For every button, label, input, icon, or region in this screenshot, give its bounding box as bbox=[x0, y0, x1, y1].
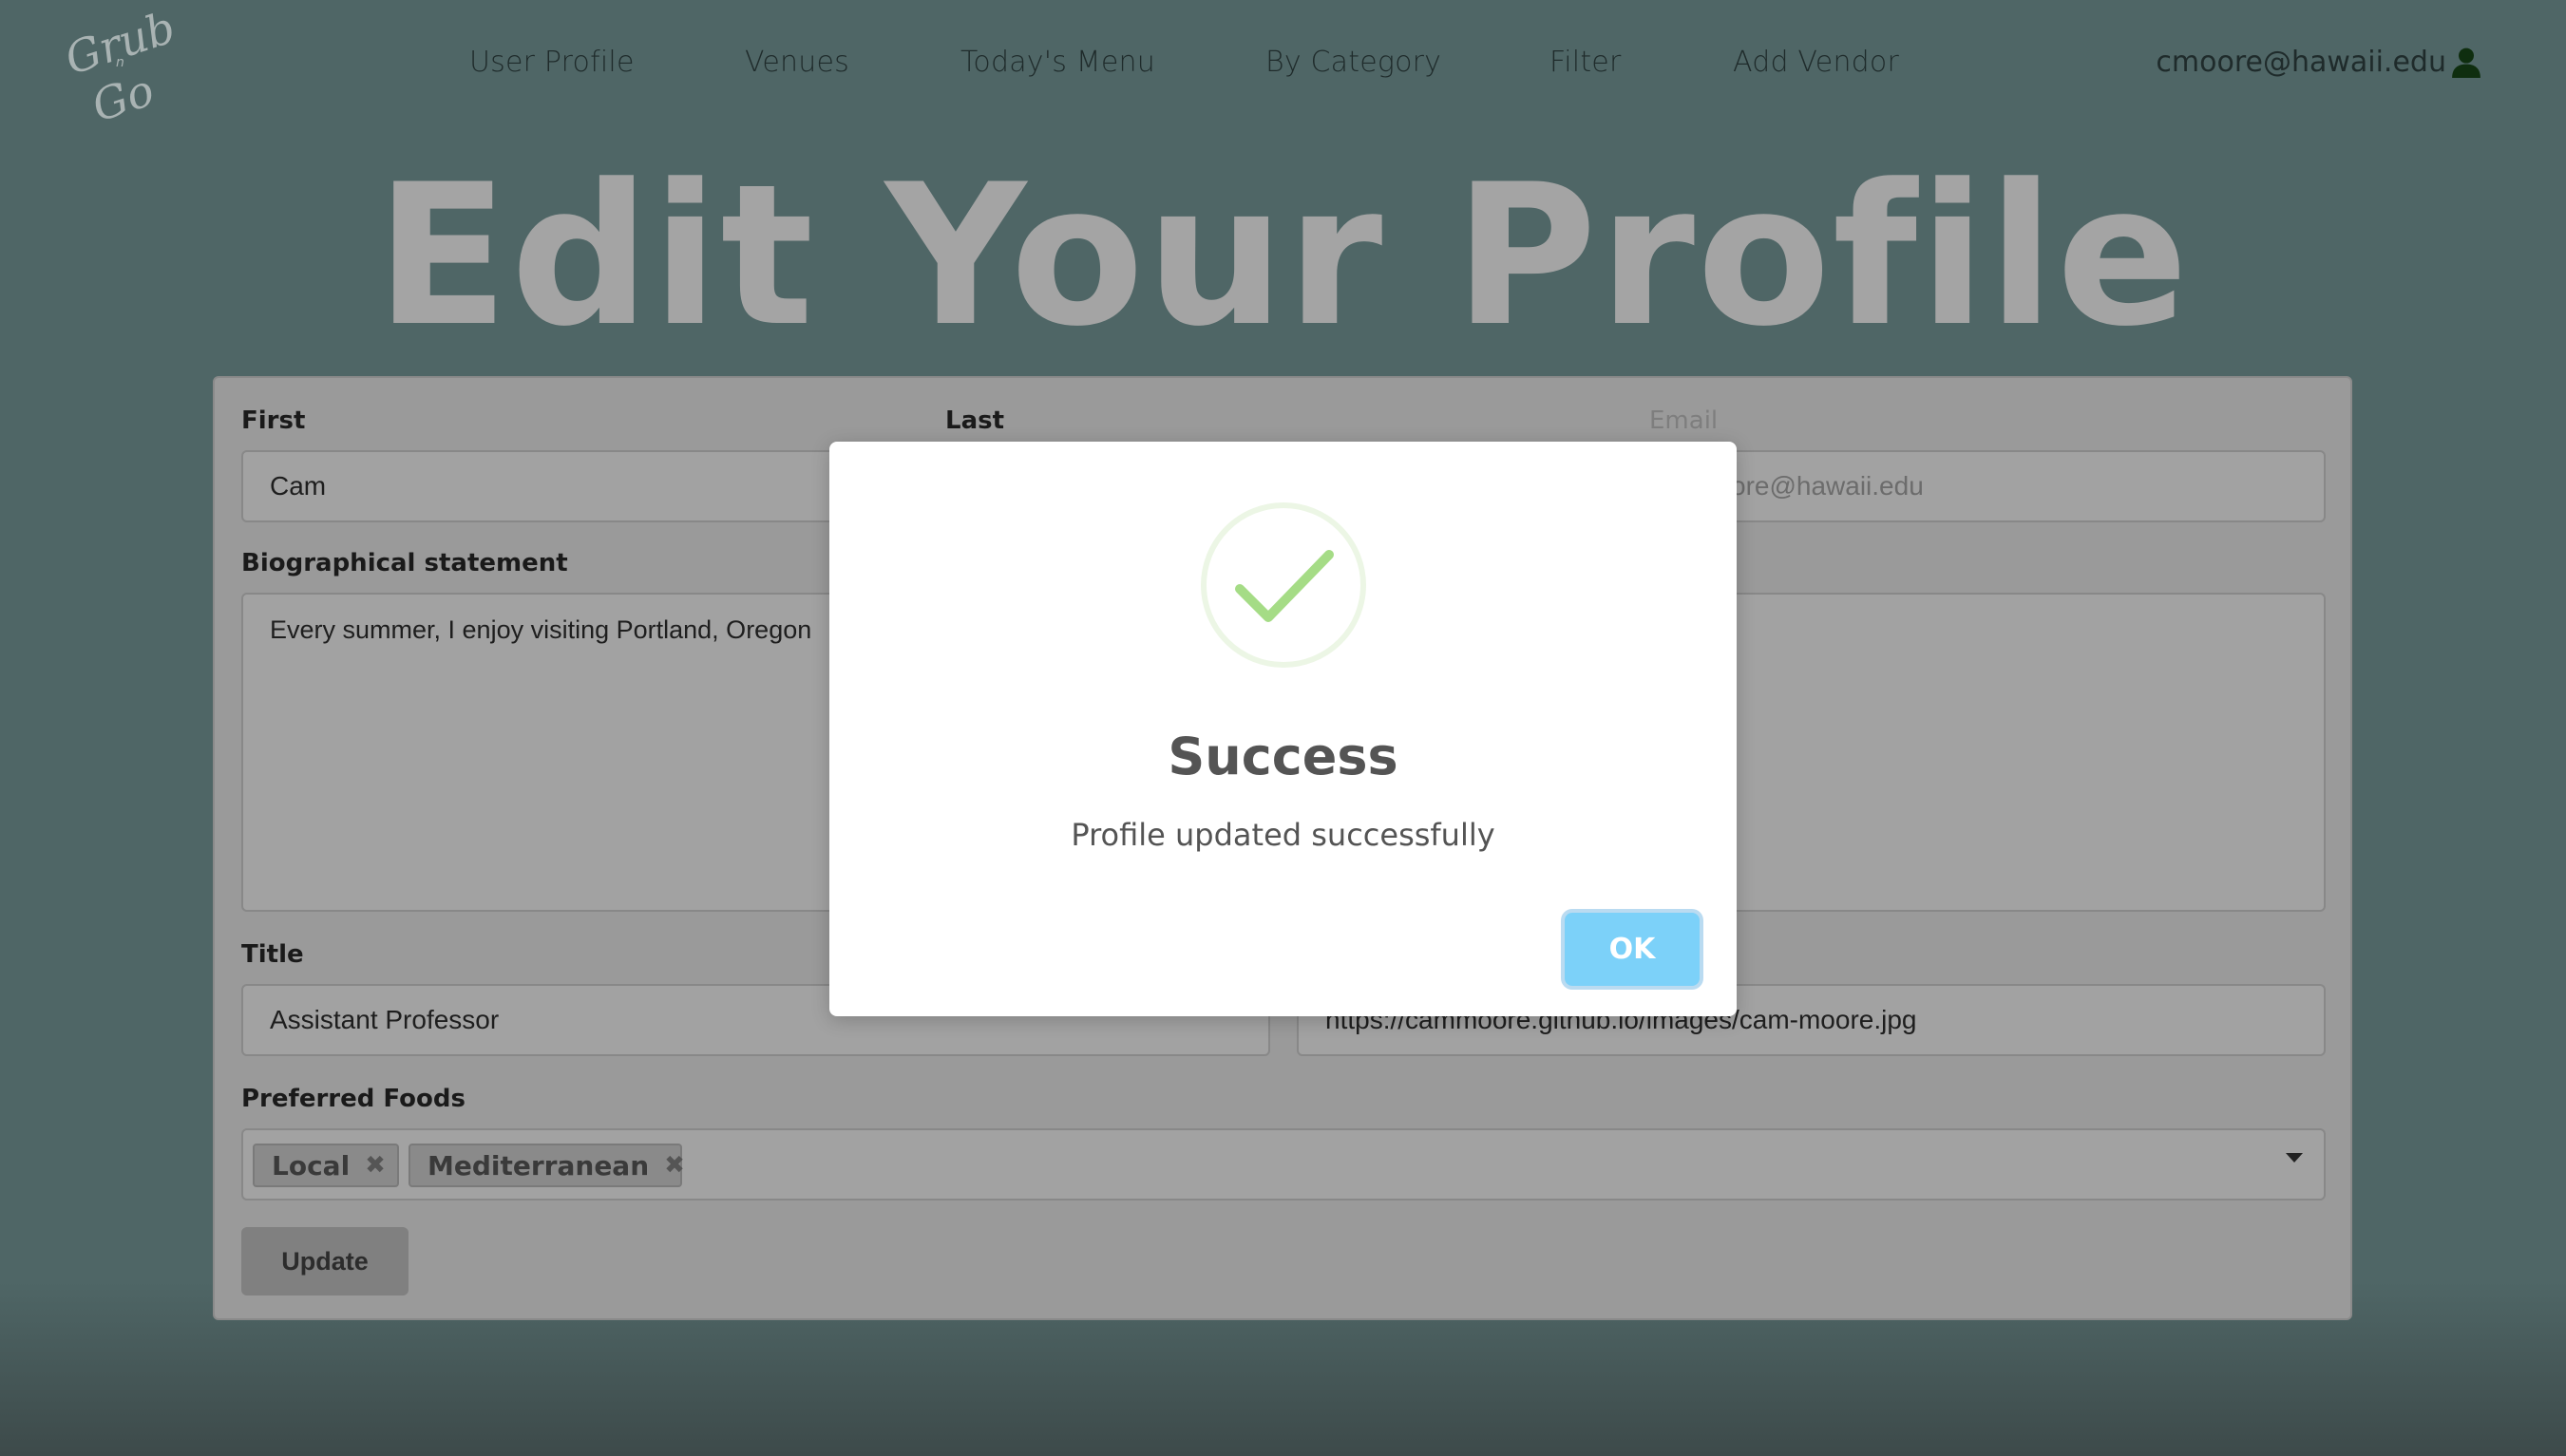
dialog-title: Success bbox=[1168, 727, 1398, 786]
dialog-message: Profile updated successfully bbox=[1071, 817, 1495, 853]
success-dialog: Success Profile updated successfully OK bbox=[829, 442, 1737, 1016]
success-check-icon bbox=[1201, 502, 1366, 668]
page: Grub n Go User Profile Venues Today's Me… bbox=[0, 0, 2566, 1456]
ok-button[interactable]: OK bbox=[1565, 913, 1700, 986]
